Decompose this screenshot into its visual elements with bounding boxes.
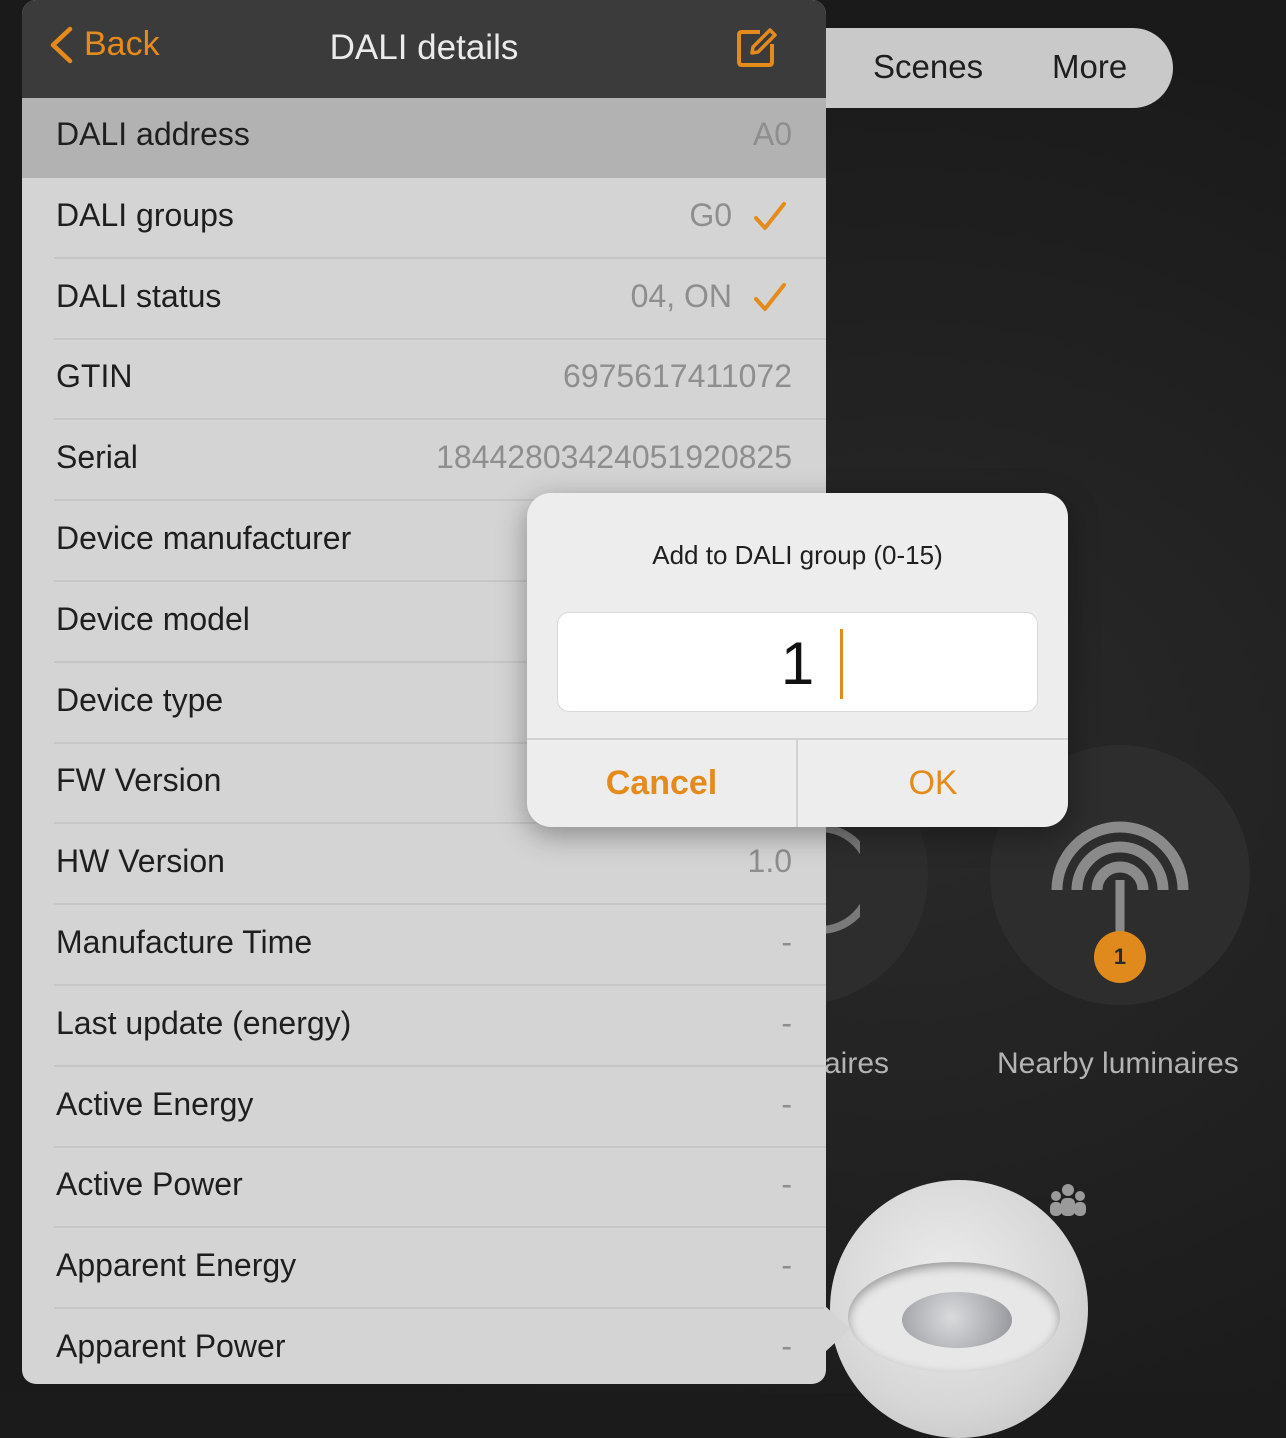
row-value: -: [781, 924, 792, 960]
nearby-count-badge: 1: [1094, 931, 1146, 983]
row-value: -: [781, 1328, 792, 1364]
row-label: DALI groups: [56, 196, 234, 233]
row-label: Device model: [56, 600, 250, 637]
tab-scenes[interactable]: Scenes: [873, 48, 983, 86]
row-value: 18442803424051920825: [436, 439, 792, 476]
row-separator: [54, 984, 826, 986]
add-group-dialog: Add to DALI group (0-15) 1 Cancel OK: [527, 493, 1068, 827]
row-label: DALI status: [56, 277, 222, 314]
nearby-luminaires-label: Nearby luminaires: [997, 1047, 1239, 1080]
row-value: -: [781, 1247, 792, 1284]
detail-row[interactable]: Apparent Power -: [22, 1310, 826, 1384]
group-number-value: 1: [780, 630, 815, 697]
row-label: Active Energy: [56, 1085, 254, 1122]
detail-row[interactable]: Serial 18442803424051920825: [22, 421, 826, 502]
ok-button[interactable]: OK: [798, 740, 1068, 827]
row-value: -: [781, 1004, 792, 1041]
detail-row[interactable]: GTIN 6975617411072: [22, 340, 826, 421]
row-separator: [54, 903, 826, 906]
dialog-title: Add to DALI group (0-15): [652, 540, 943, 570]
page-title: DALI details: [329, 28, 519, 67]
luminaires-label: aires: [824, 1047, 890, 1080]
row-value: 04, ON: [630, 277, 732, 314]
row-label: Serial: [56, 439, 138, 476]
row-value: G0: [689, 196, 732, 233]
detail-row[interactable]: Active Energy -: [22, 1068, 826, 1148]
detail-row[interactable]: DALI groups G0: [22, 179, 826, 259]
row-label: Manufacture Time: [56, 924, 313, 960]
tab-more[interactable]: More: [1052, 48, 1127, 86]
row-separator: [54, 1145, 826, 1148]
checkmark-icon: [754, 201, 786, 230]
row-separator: [54, 256, 826, 259]
detail-row[interactable]: Manufacture Time -: [22, 906, 826, 986]
row-separator: [54, 1307, 826, 1310]
detail-row[interactable]: DALI address A0: [22, 98, 826, 178]
row-separator: [54, 1226, 826, 1229]
row-separator: [54, 418, 826, 421]
detail-row[interactable]: DALI status 04, ON: [22, 260, 826, 340]
row-label: Apparent Power: [56, 1328, 286, 1364]
detail-row[interactable]: HW Version 1.0: [22, 825, 826, 906]
row-label: DALI address: [56, 116, 250, 152]
row-label: Apparent Energy: [56, 1247, 297, 1284]
row-value: -: [781, 1085, 792, 1122]
row-label: Active Power: [56, 1166, 243, 1203]
nav-bar: Back DALI details: [22, 0, 826, 98]
row-value: A0: [752, 116, 792, 152]
row-label: GTIN: [56, 358, 133, 395]
row-label: HW Version: [56, 843, 225, 880]
detail-row[interactable]: Active Power -: [22, 1148, 826, 1229]
row-label: Device manufacturer: [56, 520, 352, 556]
row-label: Device type: [56, 681, 224, 718]
row-value: 6975617411072: [563, 358, 792, 395]
text-caret: [840, 629, 843, 699]
popover-arrow: [824, 1305, 850, 1353]
sensor-lens: [902, 1292, 1012, 1348]
row-separator: [54, 337, 826, 340]
row-value: -: [781, 1166, 792, 1203]
detail-row[interactable]: Last update (energy) -: [22, 987, 826, 1067]
cancel-button[interactable]: Cancel: [527, 740, 796, 827]
group-number-input[interactable]: 1: [557, 612, 1038, 712]
row-separator: [54, 1064, 826, 1067]
row-label: Last update (energy): [56, 1004, 352, 1041]
compose-icon[interactable]: [734, 26, 778, 70]
row-label: FW Version: [56, 762, 222, 799]
row-value: 1.0: [747, 843, 792, 880]
checkmark-icon: [754, 282, 786, 311]
detail-row[interactable]: Apparent Energy -: [22, 1229, 826, 1310]
